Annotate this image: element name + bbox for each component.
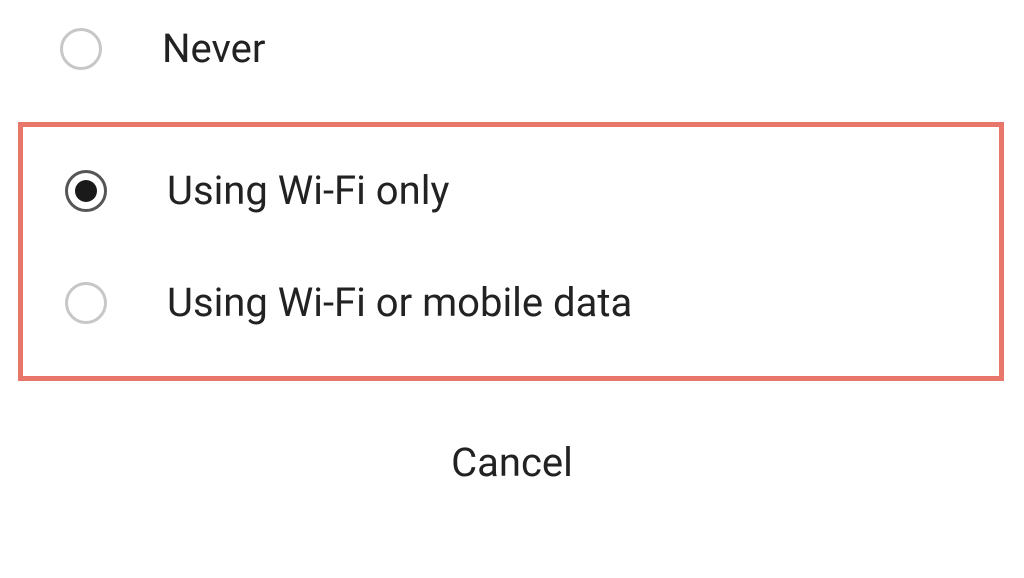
radio-icon — [65, 282, 107, 324]
radio-option-wifi-only[interactable]: Using Wi-Fi only — [23, 127, 999, 254]
radio-icon-selected — [65, 170, 107, 212]
radio-option-never[interactable]: Never — [0, 0, 1024, 102]
radio-option-wifi-or-mobile[interactable]: Using Wi-Fi or mobile data — [23, 254, 999, 376]
radio-label: Never — [162, 25, 265, 72]
radio-icon — [60, 28, 102, 70]
cancel-button[interactable]: Cancel — [451, 439, 573, 486]
highlighted-options-box: Using Wi-Fi only Using Wi-Fi or mobile d… — [18, 122, 1004, 381]
cancel-row: Cancel — [0, 401, 1024, 486]
radio-label: Using Wi-Fi only — [167, 167, 449, 214]
radio-label: Using Wi-Fi or mobile data — [167, 279, 632, 326]
